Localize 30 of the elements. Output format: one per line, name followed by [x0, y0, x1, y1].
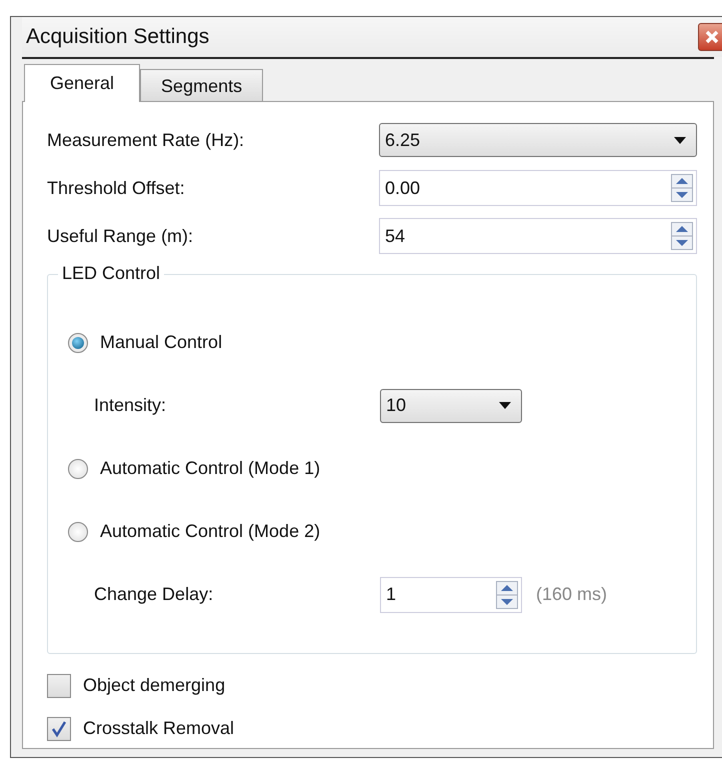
checkbox[interactable]: [47, 674, 71, 698]
dropdown[interactable]: 10: [380, 388, 522, 422]
radio-label[interactable]: Manual Control: [100, 332, 222, 353]
radio-label[interactable]: Automatic Control (Mode 2): [100, 521, 320, 542]
dropdown[interactable]: 6.25: [379, 123, 697, 157]
spin-field[interactable]: 54: [379, 218, 697, 254]
field-label: Intensity:: [94, 395, 168, 416]
tab[interactable]: General: [24, 64, 140, 102]
checkbox-label[interactable]: Object demerging: [83, 675, 226, 696]
dropdown-arrow-icon: [674, 136, 686, 144]
dropdown-arrow-icon: [499, 402, 511, 409]
radio-button[interactable]: [68, 522, 88, 542]
tab[interactable]: Segments: [140, 69, 264, 101]
spinner-arrows-icon[interactable]: [671, 222, 693, 250]
checkbox[interactable]: [47, 716, 71, 740]
checkbox-label[interactable]: Crosstalk Removal: [83, 718, 234, 739]
spinner-arrows-icon[interactable]: [496, 580, 518, 608]
close-icon: [704, 29, 720, 45]
window-title: Acquisition Settings: [25, 25, 210, 49]
radio-button[interactable]: [68, 458, 88, 478]
field-label: Useful Range (m):: [47, 226, 194, 246]
spinner-arrows-icon[interactable]: [671, 174, 693, 202]
field-label: Measurement Rate (Hz):: [47, 130, 246, 150]
field-label: Change Delay:: [94, 584, 214, 605]
close-button[interactable]: [698, 23, 722, 51]
field-label: Threshold Offset:: [47, 178, 186, 198]
spin-field[interactable]: 0.00: [379, 170, 697, 206]
radio-label[interactable]: Automatic Control (Mode 1): [100, 458, 320, 479]
radio-button[interactable]: [68, 332, 88, 352]
delay-note: (160 ms): [536, 584, 608, 605]
